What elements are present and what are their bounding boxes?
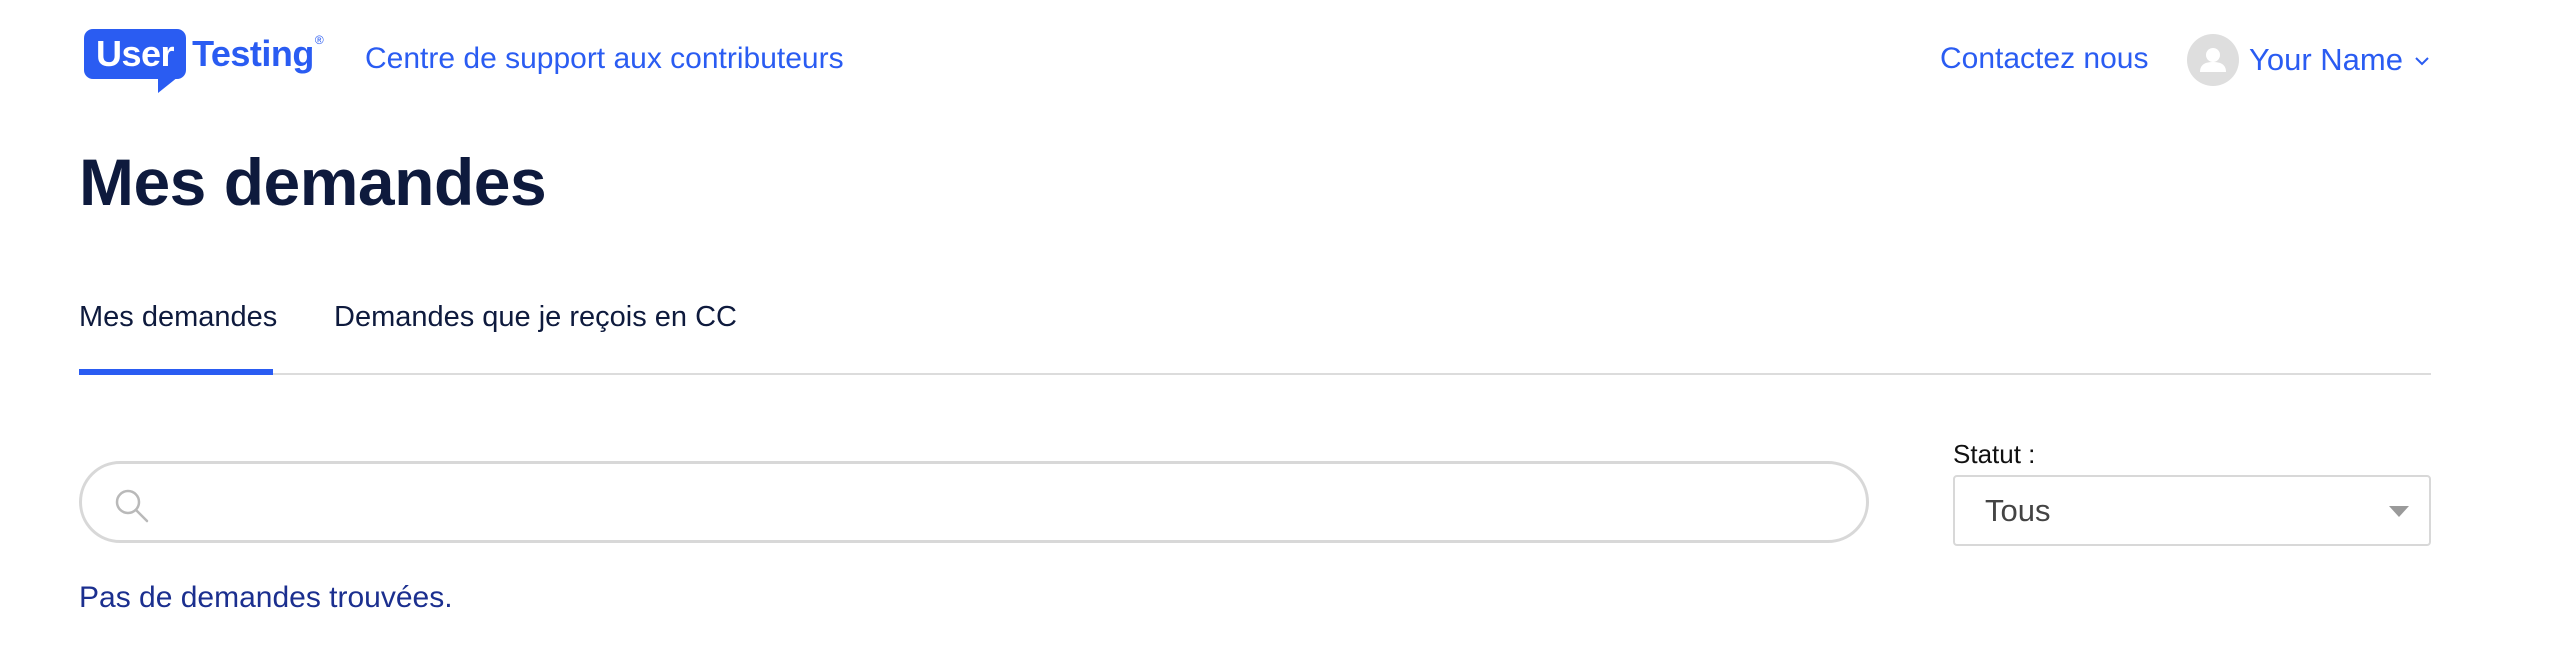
logo-user-badge: User [84,29,187,93]
search-box [79,461,1869,543]
tab-label: Mes demandes [79,301,278,333]
page-title: Mes demandes [79,145,547,219]
tab-my-requests[interactable]: Mes demandes [79,292,278,375]
user-menu-toggle[interactable]: Your Name [2187,33,2431,87]
logo-speech-tail [158,77,178,93]
chevron-down-icon [2413,54,2431,66]
search-icon [112,486,152,526]
page: User Testing ® Centre de support aux con… [0,0,2556,660]
search-input[interactable] [172,464,1836,542]
status-selected-value: Tous [1985,493,2051,528]
contact-us-link[interactable]: Contactez nous [1940,40,2148,78]
no-requests-message: Pas de demandes trouvées. [79,581,453,614]
tab-label: Demandes que je reçois en CC [334,301,737,333]
requests-tabs: Mes demandes Demandes que je reçois en C… [79,292,2431,375]
logo-user-text: User [96,33,175,74]
caret-down-icon [2389,506,2409,517]
usertesting-logo[interactable]: User Testing ® [84,29,324,95]
logo-registered-mark: ® [314,33,324,47]
status-filter-select[interactable]: Tous [1953,475,2431,546]
user-avatar-icon [2187,34,2239,86]
status-filter-label: Statut : [1953,439,2036,469]
user-name: Your Name [2249,42,2403,77]
tab-cc-requests[interactable]: Demandes que je reçois en CC [334,292,737,373]
support-center-link[interactable]: Centre de support aux contributeurs [365,40,844,78]
site-header: User Testing ® Centre de support aux con… [0,0,2556,120]
logo-testing-text: Testing [192,33,314,74]
active-tab-indicator [79,369,273,375]
